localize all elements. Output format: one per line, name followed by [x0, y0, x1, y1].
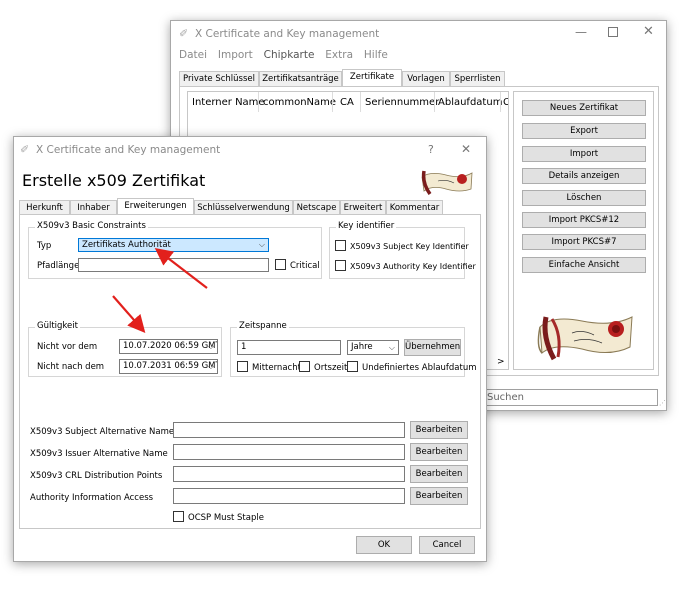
annotation-arrows	[112, 247, 208, 333]
annotation-arrow-validity	[112, 295, 146, 333]
annotation-arrow-type	[154, 247, 208, 289]
